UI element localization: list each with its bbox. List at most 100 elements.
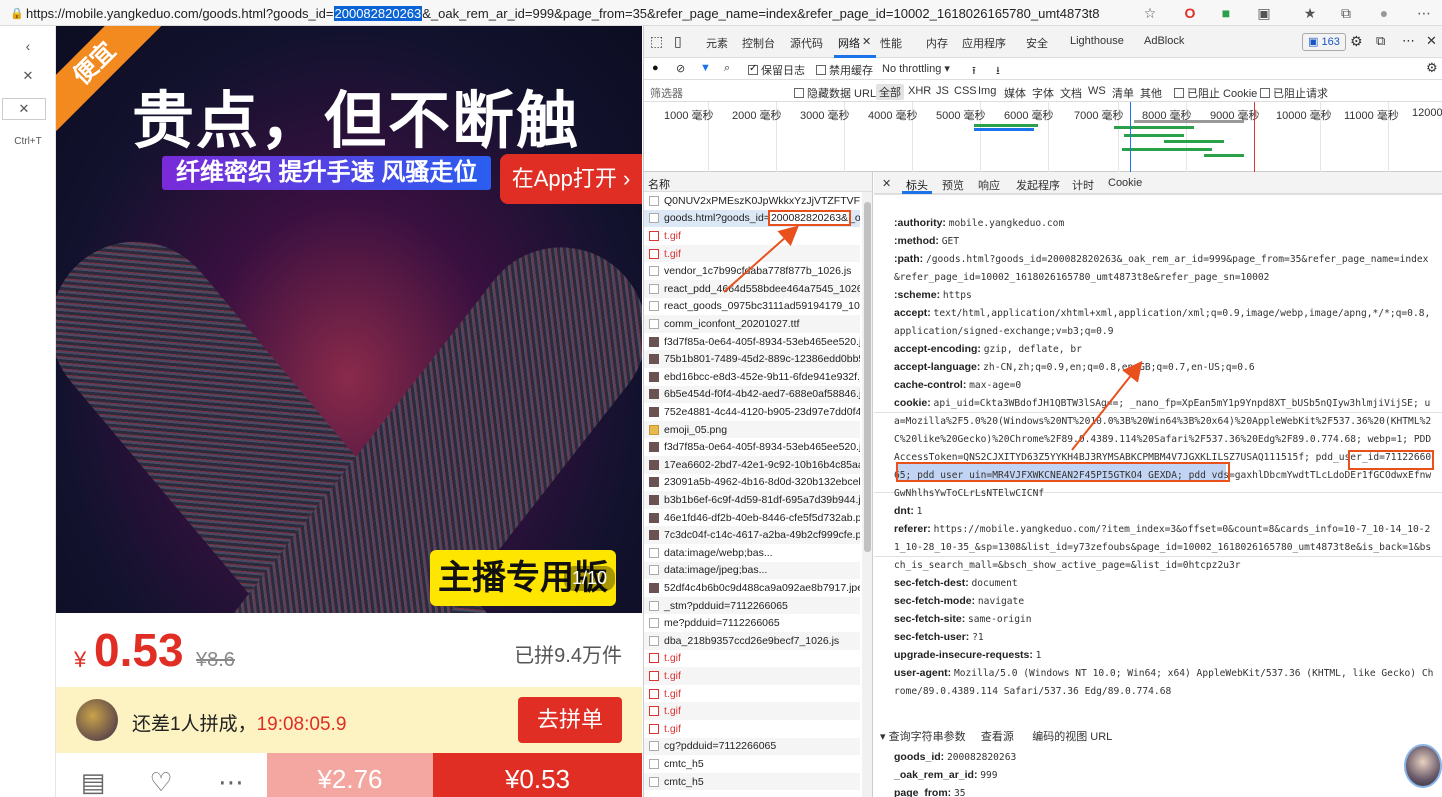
hide-data-urls-checkbox[interactable]: 隐藏数据 URL xyxy=(794,85,876,101)
blocked-cookies-checkbox[interactable]: 已阻止 Cookie xyxy=(1174,85,1257,101)
favorites-icon[interactable]: ★ xyxy=(1300,3,1320,23)
open-in-app-button[interactable]: 在App打开 › xyxy=(500,154,642,204)
scrollbar-thumb[interactable] xyxy=(864,202,871,552)
request-row[interactable]: comm_iconfont_20201027.ttf xyxy=(644,315,860,333)
record-icon[interactable]: ● xyxy=(652,62,659,74)
request-row[interactable]: data:image/jpeg;bas... xyxy=(644,561,860,580)
import-har-icon[interactable]: ⭱ xyxy=(972,62,976,81)
request-row[interactable]: cmtc_h5 xyxy=(644,772,860,791)
request-row[interactable]: goods.html?goods_id=200082820263&_oak xyxy=(644,209,860,228)
request-row[interactable]: t.gif xyxy=(644,667,860,685)
request-row[interactable]: t.gif xyxy=(644,227,860,245)
blocked-requests-checkbox[interactable]: 已阻止请求 xyxy=(1260,85,1328,101)
request-row[interactable]: 23091a5b-4962-4b16-8d0d-320b132ebceb.jpe… xyxy=(644,474,860,492)
tab-memory[interactable]: 内存 xyxy=(926,35,948,51)
request-row[interactable]: t.gif xyxy=(644,702,860,720)
type-filter-media[interactable]: 媒体 xyxy=(1004,85,1026,101)
request-row[interactable]: data:image/webp;bas... xyxy=(644,544,860,562)
more-icon[interactable]: ⋯ xyxy=(1402,33,1415,49)
tab-network[interactable]: 网络 xyxy=(838,35,860,51)
export-har-icon[interactable]: ⭳ xyxy=(996,62,1000,81)
collections-icon[interactable]: ⧉ xyxy=(1336,3,1356,23)
tab-elements[interactable]: 元素 xyxy=(706,35,728,51)
request-row[interactable]: t.gif xyxy=(644,650,860,668)
collapse-icon[interactable]: ‹ xyxy=(0,38,56,54)
network-settings-icon[interactable]: ⚙ xyxy=(1426,60,1438,76)
gear-icon[interactable]: ⚙ xyxy=(1350,33,1363,50)
request-row[interactable]: Q0NUV2xPMEszK0JpWkkxYzJjVTZFTVFpWEx xyxy=(644,192,860,210)
request-row[interactable]: dba_218b9357ccd26e9becf7_1026.js xyxy=(644,632,860,650)
request-row[interactable]: 75b1b801-7489-45d2-889c-12386edd0bb5.jpe… xyxy=(644,350,860,368)
request-list-scrollbar[interactable] xyxy=(862,192,872,797)
type-filter-js[interactable]: JS xyxy=(936,85,949,97)
tab-preview[interactable]: 预览 xyxy=(942,177,964,193)
request-row[interactable]: 6b5e454d-f0f4-4b42-aed7-688e0af58846.jpe… xyxy=(644,385,860,404)
preserve-log-checkbox[interactable]: 保留日志 xyxy=(748,62,805,78)
tab-response[interactable]: 响应 xyxy=(978,177,1000,193)
address-bar[interactable]: 🔒 https://mobile.yangkeduo.com/goods.htm… xyxy=(0,0,1442,26)
device-toggle-icon[interactable]: ▯ xyxy=(674,33,682,50)
type-filter-ws[interactable]: WS xyxy=(1088,85,1106,97)
view-source-link[interactable]: 查看源 xyxy=(981,731,1014,743)
extension-box-icon[interactable]: ▣ xyxy=(1254,3,1274,23)
store-icon[interactable]: ▤ xyxy=(76,765,110,797)
opera-extension-icon[interactable]: O xyxy=(1180,3,1200,23)
type-filter-other[interactable]: 其他 xyxy=(1140,85,1162,101)
disable-cache-checkbox[interactable]: 禁用缓存 xyxy=(816,62,873,78)
product-image[interactable]: 便宜 贵点，但不断触 纤维密织 提升手速 风骚走位 在App打开 › 主播专用版… xyxy=(56,26,642,613)
close-tab-icon[interactable]: ✕ xyxy=(0,68,56,84)
request-row[interactable]: cmtc_h5 xyxy=(644,755,860,773)
issues-badge[interactable]: ▣ 163 xyxy=(1302,33,1346,51)
inspect-icon[interactable]: ⬚ xyxy=(650,33,663,50)
request-row[interactable]: f3d7f85a-0e64-405f-8934-53eb465ee520.jpe… xyxy=(644,333,860,351)
request-row[interactable]: react_pdd_4664d558bdee464a7545_1026.js xyxy=(644,280,860,298)
request-list[interactable]: Q0NUV2xPMEszK0JpWkkxYzJjVTZFTVFpWEx goods… xyxy=(644,192,873,797)
request-list-header[interactable]: 名称 xyxy=(644,172,873,192)
tab-cookies[interactable]: Cookie xyxy=(1108,177,1142,189)
close-icon[interactable]: ✕ xyxy=(1426,33,1437,49)
tab-performance[interactable]: 性能 xyxy=(880,35,902,51)
request-row[interactable]: 7c3dc04f-c14c-4617-a2ba-49b2cf999cfe.png xyxy=(644,526,860,544)
request-row[interactable]: 17ea6602-2bd7-42e1-9c92-10b16b4c85aa.jpe… xyxy=(644,456,860,474)
buy-alone-button[interactable]: ¥2.76 xyxy=(267,753,433,797)
request-row[interactable]: b3b1b6ef-6c9f-4d59-81df-695a7d39b944.jpe… xyxy=(644,491,860,509)
tab-console[interactable]: 控制台 xyxy=(742,35,775,51)
type-filter-xhr[interactable]: XHR xyxy=(908,85,931,97)
tab-initiator[interactable]: 发起程序 xyxy=(1016,177,1060,193)
type-filter-css[interactable]: CSS xyxy=(954,85,977,97)
type-filter-manifest[interactable]: 清单 xyxy=(1112,85,1134,101)
request-row[interactable]: t.gif xyxy=(644,244,860,263)
request-row[interactable]: 752e4881-4c44-4120-b905-23d97e7dd0f4.jpe… xyxy=(644,403,860,421)
query-string-section-header[interactable]: ▾ 查询字符串参数 查看源 编码的视图 URL xyxy=(880,728,1112,744)
view-url-encoded-link[interactable]: 编码的视图 URL xyxy=(1032,731,1112,743)
search-icon[interactable]: ⌕ xyxy=(724,62,730,75)
request-row[interactable]: _stm?pdduid=7112266065 xyxy=(644,596,860,615)
tab-security[interactable]: 安全 xyxy=(1026,35,1048,51)
filter-icon[interactable]: ▼ xyxy=(700,62,711,74)
type-filter-doc[interactable]: 文档 xyxy=(1060,85,1082,101)
request-row[interactable]: f3d7f85a-0e64-405f-8934-53eb465ee520.jpe… xyxy=(644,438,860,456)
buy-group-button[interactable]: ¥0.53 xyxy=(433,753,642,797)
dock-icon[interactable]: ⧉ xyxy=(1376,33,1385,49)
request-row[interactable]: t.gif xyxy=(644,720,860,738)
profile-icon[interactable]: ● xyxy=(1374,3,1394,23)
type-filter-all[interactable]: 全部 xyxy=(876,84,904,100)
request-row[interactable]: ebd16bcc-e8d3-452e-9b11-6fde941e932f.jpe… xyxy=(644,368,860,386)
filter-input[interactable]: 筛选器 xyxy=(650,85,683,101)
url-field[interactable]: 🔒 https://mobile.yangkeduo.com/goods.htm… xyxy=(8,2,1166,24)
throttling-select[interactable]: No throttling ▾ xyxy=(882,62,950,75)
network-timeline-overview[interactable]: 1000 毫秒 2000 毫秒 3000 毫秒 4000 毫秒 5000 毫秒 6000 … xyxy=(644,102,1442,172)
tab-network-close-icon[interactable]: ✕ xyxy=(862,35,871,48)
request-row[interactable]: vendor_1c7b99cfdaba778f877b_1026.js xyxy=(644,262,860,280)
tab-timing[interactable]: 计时 xyxy=(1072,177,1094,193)
more-icon[interactable]: ⋯ xyxy=(1414,3,1434,23)
request-row[interactable]: 46e1fd46-df2b-40eb-8446-cfe5f5d732ab.png xyxy=(644,509,860,527)
details-close-icon[interactable]: ✕ xyxy=(882,177,891,190)
request-row[interactable]: emoji_05.png xyxy=(644,420,860,439)
favorite-add-icon[interactable]: ☆ xyxy=(1140,3,1160,23)
type-filter-img[interactable]: Img xyxy=(978,85,996,97)
type-filter-font[interactable]: 字体 xyxy=(1032,85,1054,101)
tab-adblock[interactable]: AdBlock xyxy=(1144,35,1184,47)
chat-icon[interactable]: ⋯ xyxy=(214,765,248,797)
tab-application[interactable]: 应用程序 xyxy=(962,35,1006,51)
